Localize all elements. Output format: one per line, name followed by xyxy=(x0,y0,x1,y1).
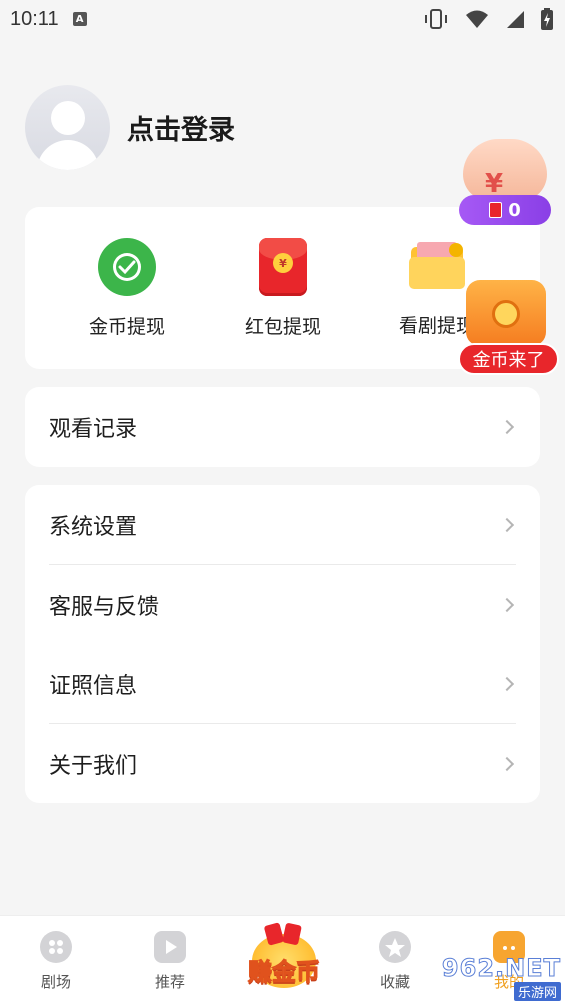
chevron-right-icon xyxy=(499,756,515,771)
red-envelopes-icon xyxy=(262,922,306,946)
earn-coins-label: 赚金币 xyxy=(248,958,321,987)
menu-support-feedback[interactable]: 客服与反馈 xyxy=(49,565,516,644)
theater-icon xyxy=(40,931,72,963)
menu-about-us[interactable]: 关于我们 xyxy=(49,724,516,803)
tab-recommend[interactable]: 推荐 xyxy=(130,931,210,992)
tab-recommend-label: 推荐 xyxy=(154,973,185,991)
menu-license-info[interactable]: 证照信息 xyxy=(49,644,516,723)
avatar[interactable] xyxy=(25,85,110,170)
menu-label: 关于我们 xyxy=(49,753,138,779)
watermark-name: 乐游网 xyxy=(513,981,561,1001)
tab-favorites[interactable]: 收藏 xyxy=(355,931,435,992)
red-envelope-icon: ¥ xyxy=(253,238,313,298)
settings-card: 系统设置 客服与反馈 证照信息 关于我们 xyxy=(25,485,540,803)
piggy-bank-icon: ¥ xyxy=(463,139,547,201)
clock: 10:11 xyxy=(10,7,59,30)
menu-label: 证照信息 xyxy=(49,673,138,699)
chevron-right-icon xyxy=(499,676,515,691)
red-envelope-withdraw-button[interactable]: ¥ 红包提现 xyxy=(223,237,343,339)
play-icon xyxy=(154,931,186,963)
battery-icon xyxy=(541,8,553,30)
menu-label: 系统设置 xyxy=(49,514,138,540)
mini-red-envelope-icon xyxy=(489,202,503,218)
chevron-right-icon xyxy=(499,597,515,612)
profile-header[interactable]: 点击登录 xyxy=(25,85,235,170)
menu-watch-history[interactable]: 观看记录 xyxy=(49,387,516,466)
notification-a-icon: A xyxy=(72,12,87,26)
star-icon xyxy=(379,931,411,963)
coin-withdraw-label: 金币提现 xyxy=(88,316,165,338)
tab-favorites-label: 收藏 xyxy=(379,973,410,991)
treasure-chest-icon xyxy=(466,280,546,346)
avatar-head xyxy=(51,101,85,135)
wifi-icon xyxy=(466,10,488,28)
login-link[interactable]: 点击登录 xyxy=(127,108,235,147)
history-card: 观看记录 xyxy=(25,387,540,467)
menu-label: 观看记录 xyxy=(49,416,138,442)
red-envelope-count-badge: 0 xyxy=(459,195,551,225)
tab-theater[interactable]: 剧场 xyxy=(16,931,96,992)
menu-label: 客服与反馈 xyxy=(49,594,160,620)
avatar-body xyxy=(37,140,99,170)
coins-arrived-label: 金币来了 xyxy=(458,343,559,375)
coin-withdraw-button[interactable]: 金币提现 xyxy=(67,237,187,339)
red-envelope-count: 0 xyxy=(508,199,521,221)
floating-piggy-bank[interactable]: ¥ 0 xyxy=(457,125,552,228)
watermark-domain: 962.NET xyxy=(441,953,561,982)
coin-withdraw-icon xyxy=(97,238,157,298)
status-bar: 10:11 A xyxy=(0,0,565,38)
earn-coins-button[interactable]: 赚金币 xyxy=(240,922,328,988)
menu-system-settings[interactable]: 系统设置 xyxy=(49,485,516,564)
vibrate-icon xyxy=(425,9,447,29)
status-icons xyxy=(423,8,553,30)
red-envelope-seal: ¥ xyxy=(273,253,293,273)
tab-theater-label: 剧场 xyxy=(40,973,71,991)
chevron-right-icon xyxy=(499,419,515,434)
chevron-right-icon xyxy=(499,517,515,532)
floating-coin-chest[interactable]: 金币来了 xyxy=(458,276,559,377)
site-watermark: 962.NET 乐游网 xyxy=(426,952,565,1002)
red-envelope-withdraw-label: 红包提现 xyxy=(244,316,321,338)
signal-icon xyxy=(507,11,524,28)
